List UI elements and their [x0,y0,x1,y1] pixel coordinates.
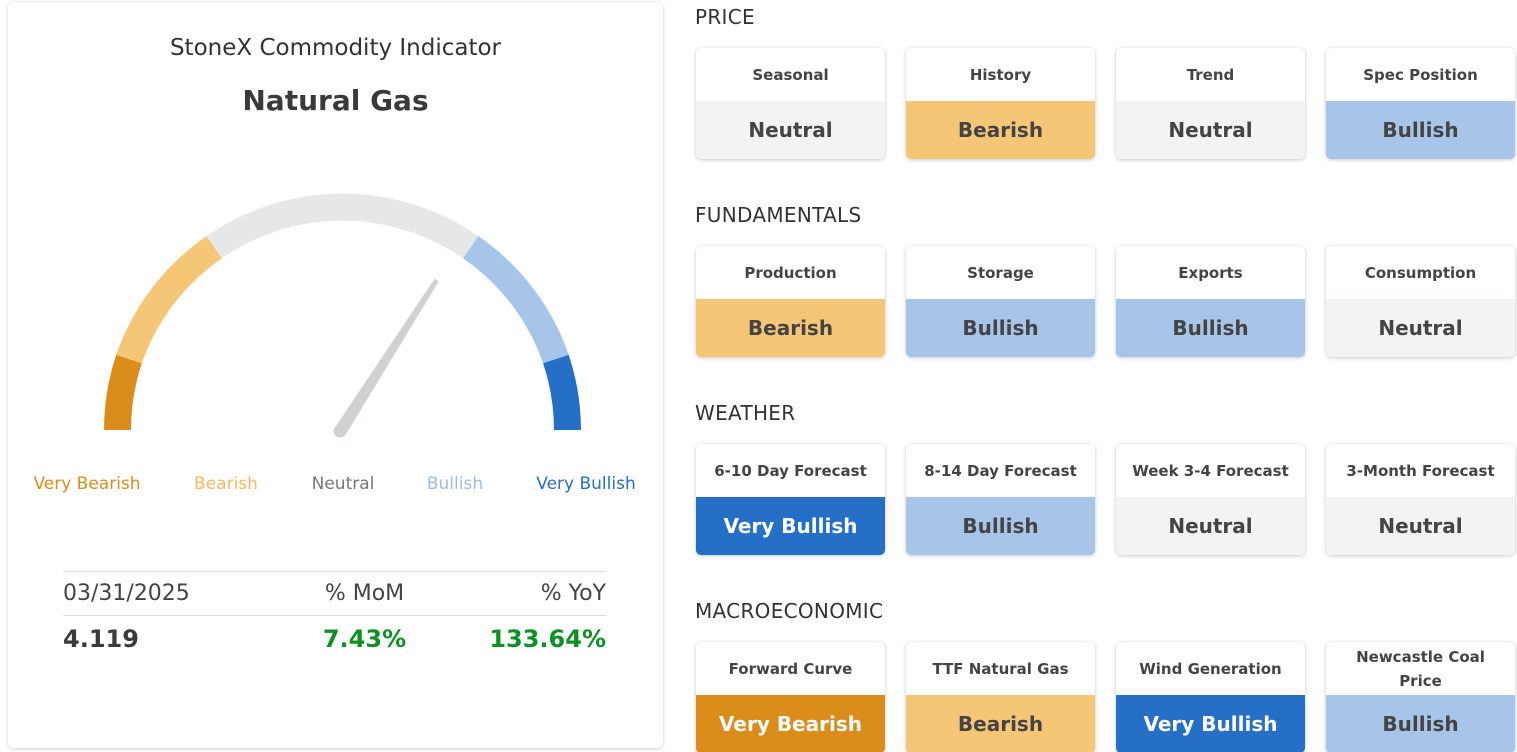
tile-newcastle-coal-price[interactable]: Newcastle Coal Price Bullish [1326,642,1515,752]
tile-label: Newcastle Coal Price [1356,647,1485,690]
tile-label: 6-10 Day Forecast [714,461,867,480]
tile-production[interactable]: Production Bearish [696,246,885,357]
gauge-needle-hub [333,424,347,438]
tile-label: 8-14 Day Forecast [924,461,1077,480]
tile-value: Very Bearish [696,695,885,752]
price-stats: 03/31/2025 % MoM % YoY 4.119 7.43% 133.6… [63,571,606,661]
stats-yoy-value: 133.64% [489,624,606,653]
section-title-price: PRICE [695,5,755,29]
gauge-needle [334,278,439,435]
section-title-fundamentals: FUNDAMENTALS [695,203,862,227]
tile-spec-position[interactable]: Spec Position Bullish [1326,48,1515,159]
tile-3-month-forecast[interactable]: 3-Month Forecast Neutral [1326,444,1515,555]
tile-6-10-day-forecast[interactable]: 6-10 Day Forecast Very Bullish [696,444,885,555]
tile-value: Bearish [906,695,1095,752]
tile-label: Production [744,263,837,282]
stats-mom-value: 7.43% [322,624,407,653]
gauge-arc-bearish [116,236,223,364]
tile-8-14-day-forecast[interactable]: 8-14 Day Forecast Bullish [906,444,1095,555]
tile-consumption[interactable]: Consumption Neutral [1326,246,1515,357]
tile-value: Bearish [696,299,885,357]
indicator-card: StoneX Commodity Indicator Natural Gas V… [8,2,663,748]
tile-label: Trend [1186,65,1235,84]
tile-value: Neutral [1326,299,1515,357]
tile-history[interactable]: History Bearish [906,48,1095,159]
tile-label: TTF Natural Gas [932,659,1069,678]
gauge-label-bearish: Bearish [194,474,258,494]
gauge-arc-bullish [462,236,569,364]
tile-label: Spec Position [1363,65,1478,84]
tile-ttf-natural-gas[interactable]: TTF Natural Gas Bearish [906,642,1095,752]
tile-label: History [969,65,1032,84]
tile-value: Bullish [1116,299,1305,357]
stats-values-row: 4.119 7.43% 133.64% [63,616,606,661]
stats-mom-label: % MoM [324,581,405,606]
gauge-label-neutral: Neutral [311,474,375,494]
gauge-label-very-bullish: Very Bullish [536,474,636,494]
tile-value: Neutral [696,101,885,159]
tile-wind-generation[interactable]: Wind Generation Very Bullish [1116,642,1305,752]
gauge-label-very-bearish: Very Bearish [33,474,141,494]
tile-forward-curve[interactable]: Forward Curve Very Bearish [696,642,885,752]
tile-exports[interactable]: Exports Bullish [1116,246,1305,357]
section-title-macroeconomic: MACROECONOMIC [695,599,884,623]
tile-value: Bearish [906,101,1095,159]
tile-value: Neutral [1326,497,1515,555]
stats-price: 4.119 [63,624,139,653]
tile-trend[interactable]: Trend Neutral [1116,48,1305,159]
tile-label: Seasonal [752,65,829,84]
tile-value: Neutral [1116,497,1305,555]
tile-label: Consumption [1364,263,1477,282]
sentiment-gauge [104,193,581,438]
tile-storage[interactable]: Storage Bullish [906,246,1095,357]
tile-value: Bullish [906,299,1095,357]
tile-label: Wind Generation [1139,659,1282,678]
tile-label: Storage [967,263,1034,282]
tile-value: Bullish [1326,695,1515,752]
tile-seasonal[interactable]: Seasonal Neutral [696,48,885,159]
tile-week-3-4-forecast[interactable]: Week 3-4 Forecast Neutral [1116,444,1305,555]
tile-label: Week 3-4 Forecast [1132,461,1289,480]
tile-value: Bullish [1326,101,1515,159]
tile-value: Bullish [906,497,1095,555]
gauge-arc-neutral [206,193,479,259]
stats-yoy-label: % YoY [540,581,606,606]
tile-label: Forward Curve [728,659,853,678]
tile-label: Exports [1178,263,1243,282]
stats-header-row: 03/31/2025 % MoM % YoY [63,571,606,616]
tile-label: 3-Month Forecast [1346,461,1495,480]
tile-value: Very Bullish [1116,695,1305,752]
gauge-arc-very-bearish [104,354,142,431]
tile-value: Very Bullish [696,497,885,555]
section-title-weather: WEATHER [695,401,796,425]
tile-value: Neutral [1116,101,1305,159]
gauge-label-bullish: Bullish [426,474,484,494]
gauge-arc-very-bullish [543,354,581,431]
stats-date: 03/31/2025 [63,581,190,606]
